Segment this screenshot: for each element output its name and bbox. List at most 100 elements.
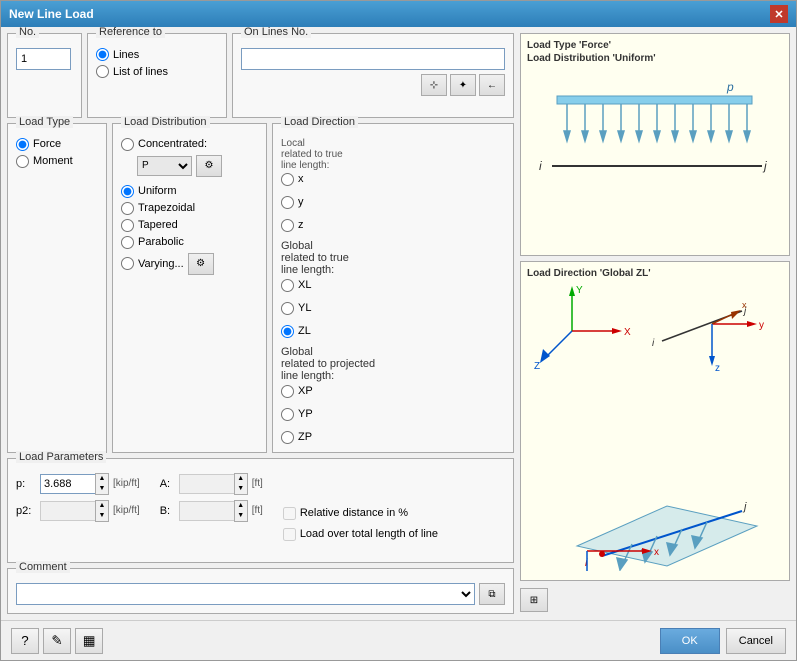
dir-zp-label: ZP [298, 431, 312, 443]
reference-lines-radio[interactable] [96, 48, 109, 61]
load-type-radio-group: Force Moment [16, 138, 98, 168]
dir-xp-option[interactable]: XP [281, 385, 505, 398]
reference-list-option[interactable]: List of lines [96, 65, 218, 78]
help-button[interactable]: ? [11, 628, 39, 654]
pick-button[interactable]: ✦ [450, 74, 476, 96]
force-uniform-diagram: p i j [527, 66, 777, 231]
on-lines-input[interactable] [241, 48, 505, 70]
dir-x-radio[interactable] [281, 173, 294, 186]
dist-trapezoidal-radio[interactable] [121, 202, 134, 215]
p-up-arrow[interactable]: ▲ [96, 474, 108, 484]
dir-zl-radio[interactable] [281, 325, 294, 338]
load-type-moment-option[interactable]: Moment [16, 155, 98, 168]
comment-input[interactable] [16, 583, 475, 605]
reference-lines-option[interactable]: Lines [96, 48, 218, 61]
b-spinner-arrows: ▲ ▼ [234, 500, 248, 522]
p-input[interactable] [40, 474, 95, 494]
dist-varying-radio[interactable] [121, 257, 134, 270]
preview-expand-btn[interactable]: ⊞ [520, 588, 548, 612]
load-type-force-option[interactable]: Force [16, 138, 98, 151]
dist-uniform-radio[interactable] [121, 185, 134, 198]
load-params-label: Load Parameters [16, 451, 106, 463]
reference-label: Reference to [96, 27, 165, 38]
dir-yl-option[interactable]: YL [281, 302, 505, 315]
b-up-arrow[interactable]: ▲ [235, 501, 247, 511]
svg-text:j: j [742, 501, 747, 513]
no-input[interactable] [16, 48, 71, 70]
dialog-title: New Line Load [9, 7, 94, 21]
cancel-button[interactable]: Cancel [726, 628, 786, 654]
on-lines-btn-row: ⊹ ✦ ← [241, 74, 505, 96]
comment-section: Comment ⧉ [7, 568, 514, 614]
relative-distance-option[interactable]: Relative distance in % [283, 507, 438, 520]
varying-btn[interactable]: ⚙ [188, 253, 214, 275]
dist-trapezoidal-option[interactable]: Trapezoidal [121, 202, 258, 215]
b-unit: [ft] [252, 505, 263, 516]
reference-list-radio[interactable] [96, 65, 109, 78]
dist-parabolic-option[interactable]: Parabolic [121, 236, 258, 249]
a-input[interactable] [179, 474, 234, 494]
dir-z-option[interactable]: z [281, 219, 505, 232]
svg-text:x: x [654, 547, 659, 558]
a-unit: [ft] [252, 478, 263, 489]
svg-text:i: i [652, 338, 655, 349]
p-select-btn[interactable]: ⚙ [196, 155, 222, 177]
ok-button[interactable]: OK [660, 628, 720, 654]
dir-y-label: y [298, 196, 304, 208]
p2-down-arrow[interactable]: ▼ [96, 511, 108, 521]
preview-top-title1: Load Type 'Force' [527, 40, 783, 51]
close-button[interactable]: ✕ [770, 5, 788, 23]
dir-z-label: z [298, 219, 304, 231]
dir-yl-radio[interactable] [281, 302, 294, 315]
p-down-arrow[interactable]: ▼ [96, 484, 108, 494]
edit-button[interactable]: ✎ [43, 628, 71, 654]
dist-concentrated-option[interactable]: Concentrated: [121, 138, 207, 151]
dist-tapered-option[interactable]: Tapered [121, 219, 258, 232]
dir-xl-radio[interactable] [281, 279, 294, 292]
dir-zp-option[interactable]: ZP [281, 431, 505, 444]
load-type-section: Load Type Force Moment [7, 123, 107, 453]
b-input[interactable] [179, 501, 234, 521]
dir-z-radio[interactable] [281, 219, 294, 232]
right-panel: Load Type 'Force' Load Distribution 'Uni… [520, 33, 790, 614]
relative-distance-label: Relative distance in % [300, 507, 408, 519]
comment-copy-btn[interactable]: ⧉ [479, 583, 505, 605]
load-over-total-option[interactable]: Load over total length of line [283, 528, 438, 541]
dir-yp-radio[interactable] [281, 408, 294, 421]
dir-y-radio[interactable] [281, 196, 294, 209]
p2-input[interactable] [40, 501, 95, 521]
b-down-arrow[interactable]: ▼ [235, 511, 247, 521]
dir-xl-option[interactable]: XL [281, 279, 505, 292]
p-select[interactable]: P [137, 156, 192, 176]
arrow-button[interactable]: ← [479, 74, 505, 96]
relative-distance-checkbox[interactable] [283, 507, 296, 520]
dir-yp-label: YP [298, 408, 313, 420]
p2-spinner-arrows: ▲ ▼ [95, 500, 109, 522]
dist-varying-option[interactable]: Varying... [121, 257, 184, 270]
dir-x-option[interactable]: x [281, 173, 505, 186]
load-over-total-checkbox[interactable] [283, 528, 296, 541]
on-lines-section: On Lines No. ⊹ ✦ ← [232, 33, 514, 118]
p2-up-arrow[interactable]: ▲ [96, 501, 108, 511]
dir-xp-radio[interactable] [281, 385, 294, 398]
dist-parabolic-radio[interactable] [121, 236, 134, 249]
dist-tapered-radio[interactable] [121, 219, 134, 232]
direction-diagram: Y X Z i [527, 281, 782, 571]
load-dir-global-true: Globalrelated to trueline length: XL YL [281, 240, 505, 338]
select-button[interactable]: ⊹ [421, 74, 447, 96]
a-down-arrow[interactable]: ▼ [235, 484, 247, 494]
dir-y-option[interactable]: y [281, 196, 505, 209]
preview-top-box: Load Type 'Force' Load Distribution 'Uni… [520, 33, 790, 256]
dist-uniform-option[interactable]: Uniform [121, 185, 258, 198]
dir-zl-label: ZL [298, 325, 311, 337]
preview-top-title2: Load Distribution 'Uniform' [527, 53, 783, 64]
load-type-moment-radio[interactable] [16, 155, 29, 168]
table-button[interactable]: ▦ [75, 628, 103, 654]
dist-concentrated-radio[interactable] [121, 138, 134, 151]
a-up-arrow[interactable]: ▲ [235, 474, 247, 484]
load-type-force-radio[interactable] [16, 138, 29, 151]
dir-yp-option[interactable]: YP [281, 408, 505, 421]
dir-zl-option[interactable]: ZL [281, 325, 505, 338]
dialog-body: No. Reference to Lines List of lines [1, 27, 796, 620]
dir-zp-radio[interactable] [281, 431, 294, 444]
